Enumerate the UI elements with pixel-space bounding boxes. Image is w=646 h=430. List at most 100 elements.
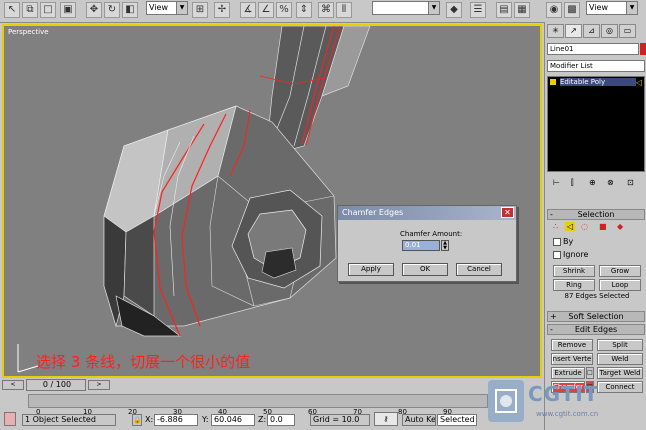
perspective-viewport[interactable]: Perspective bbox=[2, 24, 542, 378]
auto-key-button[interactable]: Auto Key bbox=[402, 414, 436, 426]
modifier-list-value: Modifier List bbox=[550, 62, 593, 70]
selection-rollout-title: Selection bbox=[577, 210, 615, 219]
move-icon[interactable]: ✥ bbox=[86, 2, 102, 18]
chamfer-amount-input[interactable]: 0.01 bbox=[402, 240, 440, 251]
make-unique-icon[interactable]: ⊕ bbox=[589, 178, 596, 187]
remove-modifier-icon[interactable]: ⊗ bbox=[607, 178, 614, 187]
selection-rollout-header[interactable]: - Selection bbox=[547, 209, 645, 220]
soft-selection-rollout-header[interactable]: + Soft Selection bbox=[547, 311, 645, 322]
configure-sets-icon[interactable]: ⊡ bbox=[627, 178, 634, 187]
wrench-model[interactable] bbox=[4, 26, 542, 378]
ignore-backfacing-checkbox[interactable] bbox=[553, 251, 561, 259]
chevron-down-icon: ▼ bbox=[176, 2, 187, 14]
subobject-icons: ∴ ◁ ◌ ■ ◆ bbox=[551, 222, 643, 236]
lock-selection-icon[interactable]: 🔒 bbox=[132, 414, 142, 426]
by-vertex-checkbox[interactable] bbox=[553, 238, 561, 246]
modify-tab-icon[interactable]: ↗ bbox=[565, 24, 582, 38]
border-icon[interactable]: ◌ bbox=[581, 222, 588, 231]
edit-edges-rollout-header[interactable]: - Edit Edges bbox=[547, 324, 645, 335]
stack-arrow-icon: ◁ bbox=[635, 78, 642, 87]
instruction-caption: 选择 3 条线，切展一个很小的值 bbox=[36, 353, 251, 371]
x-label: X: bbox=[145, 415, 154, 424]
rect-region-icon[interactable]: □ bbox=[40, 2, 56, 18]
create-tab-icon[interactable]: ✳ bbox=[547, 24, 564, 38]
angle-snap-icon[interactable]: ∠ bbox=[258, 2, 274, 18]
polygon-icon[interactable]: ■ bbox=[599, 222, 607, 231]
curve-editor-icon[interactable]: ▤ bbox=[496, 2, 512, 18]
watermark-brand: CGTIT bbox=[528, 382, 599, 406]
motion-tab-icon[interactable]: ◎ bbox=[601, 24, 618, 38]
timeline-track[interactable] bbox=[28, 394, 488, 408]
viewport-label[interactable]: Perspective bbox=[8, 28, 49, 36]
expand-icon: + bbox=[550, 312, 557, 321]
snap-icon[interactable]: ∡ bbox=[240, 2, 256, 18]
align-icon[interactable]: ◆ bbox=[446, 2, 462, 18]
insert-vertex-button[interactable]: nsert Verte bbox=[551, 353, 593, 365]
select-by-name-icon[interactable]: ⧉ bbox=[22, 2, 38, 18]
split-button[interactable]: Split bbox=[597, 339, 643, 351]
shrink-button[interactable]: Shrink bbox=[553, 265, 595, 277]
z-coordinate-field[interactable]: 0.0 bbox=[267, 414, 295, 426]
object-name-field[interactable]: Line01 bbox=[547, 43, 639, 55]
y-label: Y: bbox=[202, 415, 209, 424]
mirror-icon[interactable]: ⫴ bbox=[336, 2, 352, 18]
key-filter-select[interactable]: Selected bbox=[437, 414, 477, 426]
modifier-stack[interactable]: Editable Poly ◁ bbox=[547, 76, 645, 172]
apply-button[interactable]: Apply bbox=[348, 263, 394, 276]
named-selection-set-select[interactable]: ▼ bbox=[372, 1, 440, 15]
selection-count: 87 Edges Selected bbox=[564, 292, 630, 300]
cancel-button[interactable]: Cancel bbox=[456, 263, 502, 276]
layer-manager-icon[interactable]: ☰ bbox=[470, 2, 486, 18]
vertex-icon[interactable]: ∴ bbox=[553, 222, 558, 231]
render-view-select[interactable]: View ▼ bbox=[586, 1, 638, 15]
z-label: Z: bbox=[258, 415, 267, 424]
object-color-swatch[interactable] bbox=[640, 43, 646, 55]
command-panel: ✳ ↗ ⊿ ◎ ▭ Line01 Modifier List Editable … bbox=[544, 22, 646, 430]
schematic-view-icon[interactable]: ▦ bbox=[514, 2, 530, 18]
time-slider-next-icon[interactable]: > bbox=[88, 380, 110, 390]
display-tab-icon[interactable]: ▭ bbox=[619, 24, 636, 38]
close-icon[interactable]: ✕ bbox=[501, 207, 514, 218]
rotate-icon[interactable]: ↻ bbox=[104, 2, 120, 18]
weld-button[interactable]: Weld bbox=[597, 353, 643, 365]
time-slider-frame[interactable]: 0 / 100 bbox=[26, 379, 86, 391]
status-area: < 0 / 100 > 0 10 20 30 40 50 60 70 80 90… bbox=[0, 378, 544, 430]
edge-icon[interactable]: ◁ bbox=[565, 222, 576, 231]
pivot-icon[interactable]: ⊞ bbox=[192, 2, 208, 18]
set-key-icon[interactable]: ⚷ bbox=[374, 412, 398, 426]
scale-icon[interactable]: ◧ bbox=[122, 2, 138, 18]
ring-button[interactable]: Ring bbox=[553, 279, 595, 291]
reference-coord-value: View bbox=[149, 3, 168, 12]
maxscript-listener-icon[interactable] bbox=[4, 412, 16, 426]
reference-coord-select[interactable]: View ▼ bbox=[146, 1, 188, 15]
ok-button[interactable]: OK bbox=[402, 263, 448, 276]
chevron-down-icon: ▼ bbox=[626, 2, 637, 14]
edit-edges-title: Edit Edges bbox=[574, 325, 618, 334]
material-editor-icon[interactable]: ◉ bbox=[546, 2, 562, 18]
watermark-url: www.cgtit.com.cn bbox=[536, 410, 599, 418]
select-manipulate-icon[interactable]: ✢ bbox=[214, 2, 230, 18]
hierarchy-tab-icon[interactable]: ⊿ bbox=[583, 24, 600, 38]
time-slider-prev-icon[interactable]: < bbox=[2, 380, 24, 390]
remove-button[interactable]: Remove bbox=[551, 339, 593, 351]
select-icon[interactable]: ↖ bbox=[4, 2, 20, 18]
pin-stack-icon[interactable]: ⊢ bbox=[553, 178, 560, 187]
stack-item-editable-poly[interactable]: Editable Poly bbox=[560, 78, 636, 86]
loop-button[interactable]: Loop bbox=[599, 279, 641, 291]
render-setup-icon[interactable]: ▩ bbox=[564, 2, 580, 18]
named-selection-icon[interactable]: ⌘ bbox=[318, 2, 334, 18]
show-end-result-icon[interactable]: ⫿ bbox=[571, 178, 574, 188]
spinner-snap-icon[interactable]: ⇕ bbox=[296, 2, 312, 18]
modifier-list-select[interactable]: Modifier List bbox=[547, 60, 645, 72]
collapse-icon: - bbox=[550, 325, 553, 334]
x-coordinate-field[interactable]: -6.886 bbox=[154, 414, 198, 426]
chamfer-amount-label: Chamfer Amount: bbox=[400, 230, 463, 238]
element-icon[interactable]: ◆ bbox=[617, 222, 623, 231]
y-coordinate-field[interactable]: 60.046 bbox=[211, 414, 255, 426]
amount-spinner-icon[interactable]: ▲ ▼ bbox=[441, 240, 449, 251]
dialog-title: Chamfer Edges bbox=[338, 206, 516, 220]
window-crossing-icon[interactable]: ▣ bbox=[60, 2, 76, 18]
render-view-value: View bbox=[589, 3, 608, 12]
percent-snap-icon[interactable]: % bbox=[276, 2, 292, 18]
grow-button[interactable]: Grow bbox=[599, 265, 641, 277]
